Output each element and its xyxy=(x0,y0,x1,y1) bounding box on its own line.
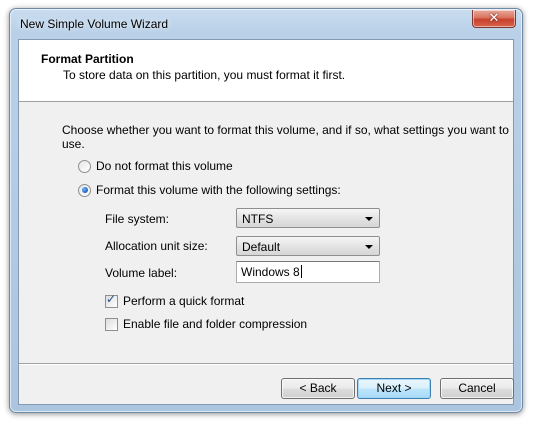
wizard-header: Format Partition To store data on this p… xyxy=(19,40,513,102)
window-title: New Simple Volume Wizard xyxy=(20,17,169,31)
radio-label: Format this volume with the following se… xyxy=(96,183,341,197)
allocation-unit-dropdown[interactable]: Default xyxy=(236,236,380,256)
close-icon: ✕ xyxy=(488,11,500,26)
radio-format-volume[interactable]: Format this volume with the following se… xyxy=(78,183,341,197)
wizard-body: Choose whether you want to format this v… xyxy=(19,102,514,404)
radio-label: Do not format this volume xyxy=(96,159,233,173)
dropdown-value: Default xyxy=(242,240,281,254)
volume-label-label: Volume label: xyxy=(105,266,178,280)
dropdown-value: NTFS xyxy=(242,212,274,226)
radio-button-icon[interactable] xyxy=(78,183,91,197)
compression-checkbox[interactable]: Enable file and folder compression xyxy=(105,317,307,331)
instruction-text: Choose whether you want to format this v… xyxy=(62,123,509,151)
page-title: Format Partition xyxy=(41,52,134,66)
title-bar[interactable]: New Simple Volume Wizard ✕ xyxy=(10,9,522,39)
radio-button-icon[interactable] xyxy=(78,159,91,173)
wizard-client-area: Format Partition To store data on this p… xyxy=(18,39,514,405)
text-caret xyxy=(300,265,302,278)
close-button[interactable]: ✕ xyxy=(472,10,516,28)
allocation-unit-label: Allocation unit size: xyxy=(105,239,208,253)
back-button[interactable]: < Back xyxy=(281,378,355,399)
checkbox-box[interactable] xyxy=(105,317,118,331)
checkmark-icon: ✓ xyxy=(106,291,117,306)
checkbox-label: Perform a quick format xyxy=(123,294,245,308)
footer-divider xyxy=(19,363,513,365)
file-system-label: File system: xyxy=(105,212,170,226)
file-system-dropdown[interactable]: NTFS xyxy=(236,208,380,228)
checkbox-box[interactable]: ✓ xyxy=(105,291,118,308)
volume-label-input[interactable]: Windows 8 xyxy=(236,261,380,283)
checkbox-label: Enable file and folder compression xyxy=(123,317,308,331)
quick-format-checkbox[interactable]: ✓ Perform a quick format xyxy=(105,291,245,308)
chevron-down-icon xyxy=(365,217,373,221)
volume-label-value: Windows 8 xyxy=(241,265,300,279)
wizard-window: New Simple Volume Wizard ✕ Format Partit… xyxy=(9,8,523,413)
next-button[interactable]: Next > xyxy=(357,378,431,399)
page-subtitle: To store data on this partition, you mus… xyxy=(63,68,346,82)
chevron-down-icon xyxy=(365,245,373,249)
cancel-button[interactable]: Cancel xyxy=(440,378,514,399)
radio-do-not-format[interactable]: Do not format this volume xyxy=(78,159,233,173)
